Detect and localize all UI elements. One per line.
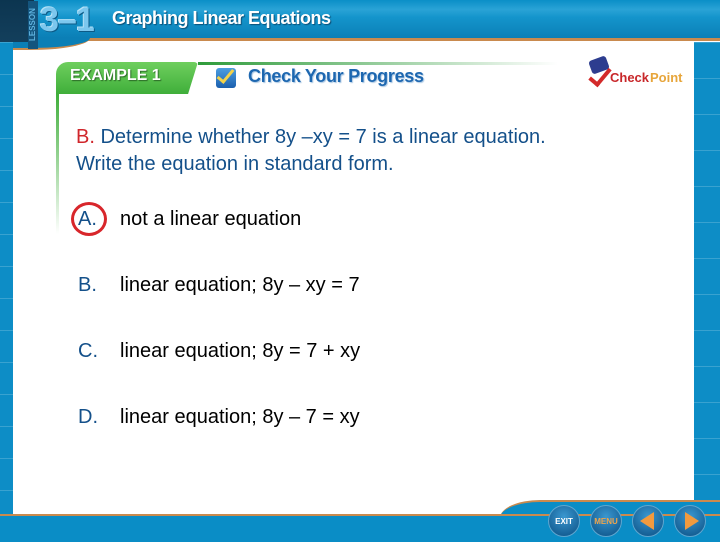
option-text: not a linear equation <box>120 208 302 230</box>
answer-option-b[interactable]: B. linear equation; 8y – xy = 7 <box>78 274 360 297</box>
question-line-2: Write the equation in standard form. <box>76 153 394 175</box>
exit-button[interactable]: EXIT <box>548 505 580 537</box>
lesson-number: 3–1 <box>40 1 95 39</box>
previous-button[interactable] <box>632 505 664 537</box>
checkpoint-logo-point: Point <box>650 70 683 85</box>
example-tab: EXAMPLE 1 <box>56 62 198 94</box>
selected-answer-ring <box>71 202 107 236</box>
example-tab-label: EXAMPLE 1 <box>70 67 161 84</box>
option-text: linear equation; 8y – 7 = xy <box>120 406 360 428</box>
right-sidebar-decoration <box>694 42 720 514</box>
option-letter: B. <box>78 274 97 296</box>
question-prompt: B. Determine whether 8y –xy = 7 is a lin… <box>76 124 686 178</box>
option-letter: D. <box>78 406 98 428</box>
check-your-progress-title: Check Your Progress <box>248 66 424 86</box>
checkpoint-logo: Check Point <box>586 55 686 90</box>
answer-option-d[interactable]: D. linear equation; 8y – 7 = xy <box>78 406 360 429</box>
example-side-rule <box>56 94 59 234</box>
answer-option-c[interactable]: C. linear equation; 8y = 7 + xy <box>78 340 360 363</box>
checkpoint-logo-check: Check <box>610 70 650 85</box>
option-letter: C. <box>78 340 98 362</box>
lesson-banner <box>0 0 720 41</box>
triangle-right-icon <box>684 512 699 530</box>
lesson-title: Graphing Linear Equations <box>112 8 331 28</box>
answer-option-a[interactable]: A. not a linear equation <box>71 202 302 236</box>
question-line-1: Determine whether 8y –xy = 7 is a linear… <box>94 126 546 148</box>
left-sidebar-decoration <box>0 42 13 514</box>
menu-button[interactable]: MENU <box>590 505 622 537</box>
question-part-label: B. <box>76 126 95 148</box>
option-text: linear equation; 8y – xy = 7 <box>120 274 360 296</box>
checkbox-check-icon <box>216 68 236 88</box>
example-header-rule <box>198 62 558 65</box>
triangle-left-icon <box>639 512 654 530</box>
option-text: linear equation; 8y = 7 + xy <box>120 340 361 362</box>
next-button[interactable] <box>674 505 706 537</box>
lesson-label: LESSON <box>28 1 38 49</box>
